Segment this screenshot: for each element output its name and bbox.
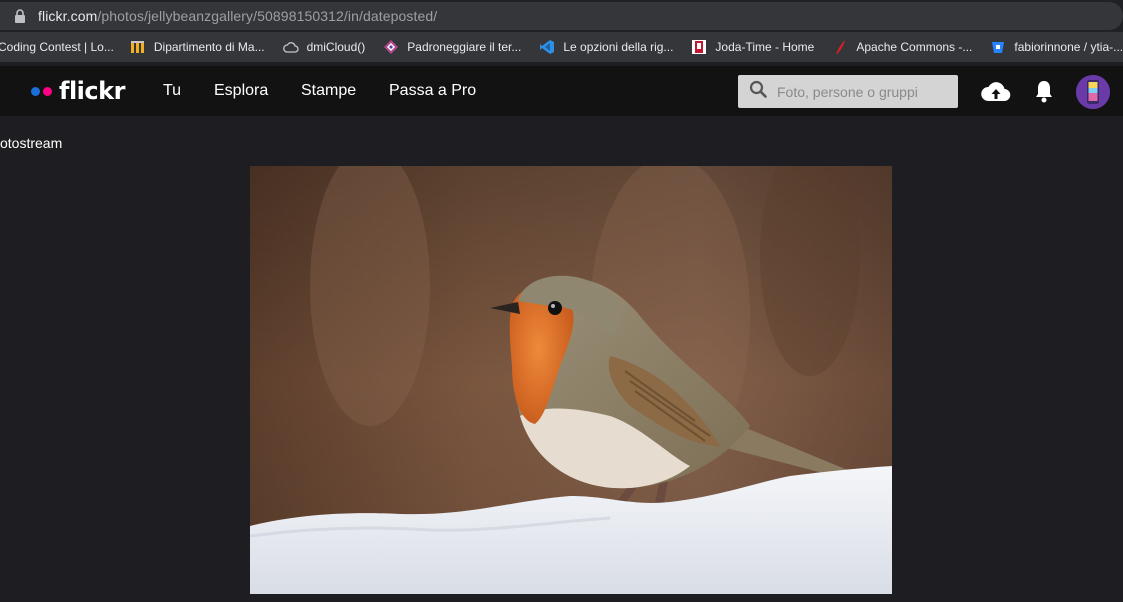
cloud-icon: [282, 39, 299, 55]
back-to-photostream-link[interactable]: otostream: [0, 135, 62, 151]
photo-page: otostream: [0, 116, 1123, 602]
nav-tu[interactable]: Tu: [163, 82, 181, 100]
search-box[interactable]: [738, 75, 958, 108]
nav-esplora[interactable]: Esplora: [214, 82, 268, 100]
url-text: flickr.com/photos/jellybeanzgallery/5089…: [38, 8, 437, 24]
bookmark-label: Coding Contest | Lo...: [0, 40, 114, 54]
bookmark-label: Le opzioni della rig...: [563, 40, 674, 54]
bookmark-label: Apache Commons -...: [856, 40, 973, 54]
user-avatar[interactable]: [1076, 75, 1110, 109]
bookmark-label: Joda-Time - Home: [715, 40, 815, 54]
bookmark-joda-time[interactable]: Joda-Time - Home: [685, 32, 820, 62]
nav-stampe[interactable]: Stampe: [301, 82, 356, 100]
upload-cloud-icon[interactable]: [981, 78, 1011, 104]
flickr-header: flickr Tu Esplora Stampe Passa a Pro: [0, 66, 1123, 116]
bookmark-label: Padroneggiare il ter...: [407, 40, 522, 54]
apache-feather-icon: [832, 39, 848, 55]
joda-icon: [691, 39, 707, 55]
bookmark-dipartimento[interactable]: Dipartimento di Ma...: [124, 32, 271, 62]
bookmark-apache-commons[interactable]: Apache Commons -...: [826, 32, 978, 62]
bookmark-label: fabiorinnone / ytia-...: [1014, 40, 1123, 54]
url-field[interactable]: flickr.com/photos/jellybeanzgallery/5089…: [0, 2, 1123, 30]
university-icon: [130, 39, 146, 55]
bookmarks-bar: Coding Contest | Lo... Dipartimento di M…: [0, 32, 1123, 62]
bookmark-bitbucket[interactable]: fabiorinnone / ytia-...: [984, 32, 1123, 62]
bookmark-label: dmiCloud(): [306, 40, 366, 54]
lock-icon: [14, 9, 28, 23]
browser-address-bar: flickr.com/photos/jellybeanzgallery/5089…: [0, 0, 1123, 32]
search-icon[interactable]: [749, 80, 767, 103]
bookmark-coding-contest[interactable]: Coding Contest | Lo...: [0, 32, 120, 62]
bitbucket-icon: [990, 39, 1006, 55]
url-domain: flickr.com: [38, 8, 98, 24]
terminal-icon: [383, 39, 399, 55]
url-path: /photos/jellybeanzgallery/50898150312/in…: [97, 8, 438, 24]
search-input[interactable]: [777, 83, 947, 100]
bookmark-dmicloud[interactable]: dmiCloud(): [277, 32, 372, 62]
nav-passa-a-pro[interactable]: Passa a Pro: [389, 82, 476, 100]
vscode-icon: [539, 39, 555, 55]
main-photo[interactable]: [250, 166, 892, 594]
logo-text: flickr: [59, 77, 125, 105]
notifications-bell-icon[interactable]: [1033, 78, 1055, 104]
flickr-logo[interactable]: flickr: [31, 77, 125, 105]
logo-pink-dot: [43, 86, 52, 96]
bookmark-label: Dipartimento di Ma...: [153, 40, 265, 54]
logo-blue-dot: [31, 86, 40, 96]
bookmark-le-opzioni[interactable]: Le opzioni della rig...: [533, 32, 679, 62]
bookmark-padroneggiare[interactable]: Padroneggiare il ter...: [377, 32, 527, 62]
